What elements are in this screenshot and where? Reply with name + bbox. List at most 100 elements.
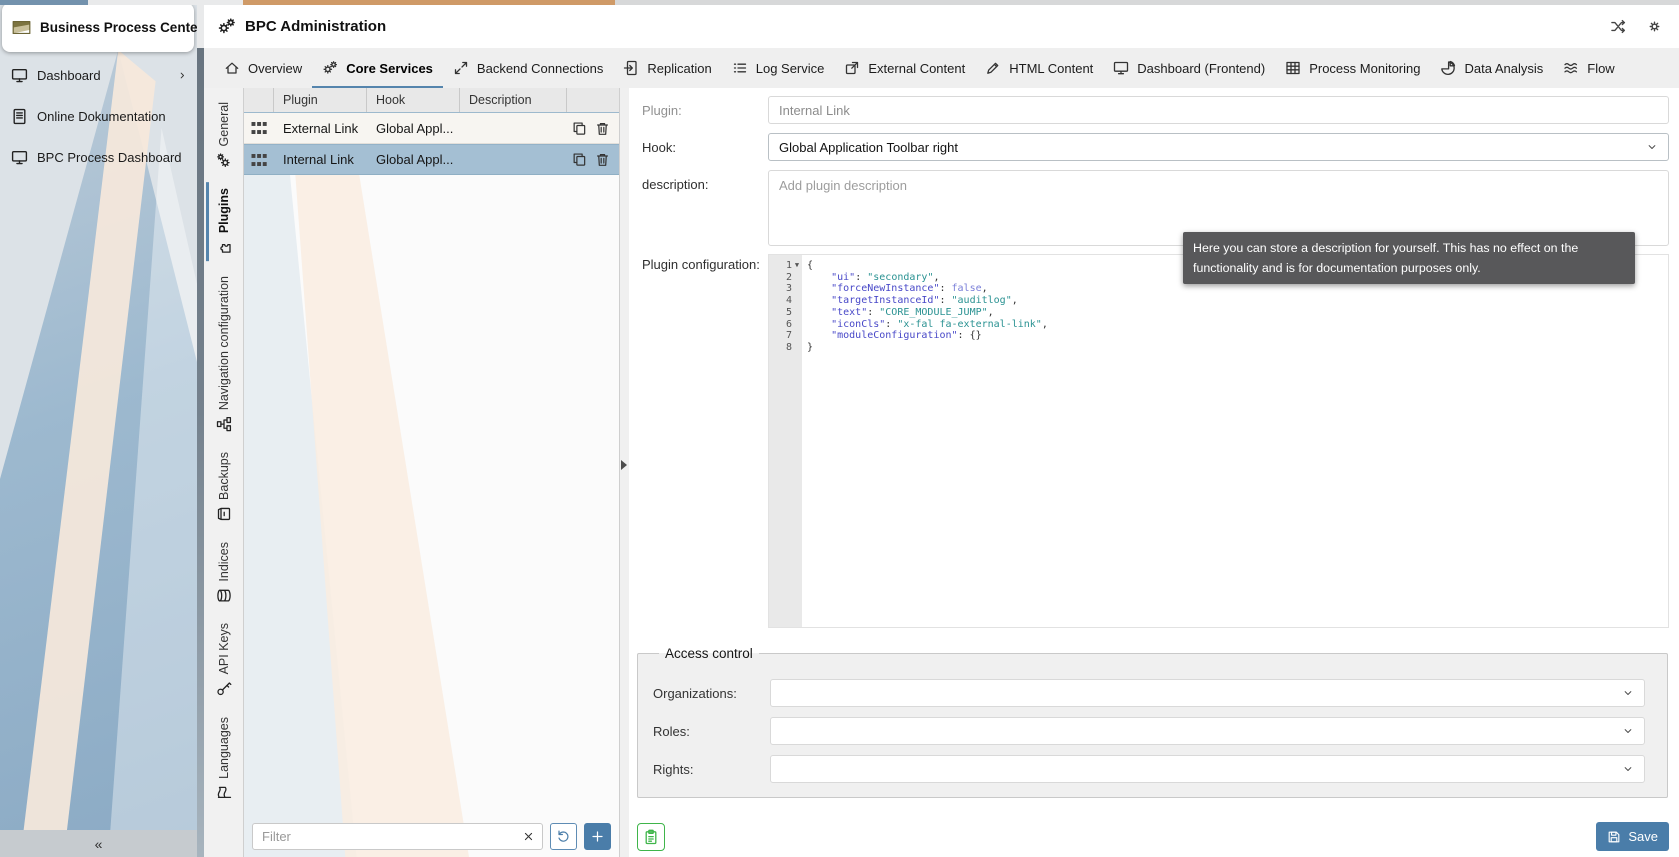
tab-backend-connections[interactable]: Backend Connections: [443, 48, 613, 88]
tab-external-content[interactable]: External Content: [834, 48, 975, 88]
tab-html-content[interactable]: HTML Content: [975, 48, 1103, 88]
bpc-admin-gears-icon: [217, 17, 236, 36]
plugin-name-input[interactable]: [768, 96, 1669, 124]
accent-segment-blue: [0, 0, 88, 5]
delete-row-icon[interactable]: [595, 152, 610, 167]
database-icon: [216, 587, 232, 603]
hook-select[interactable]: Global Application Toolbar right: [768, 133, 1669, 161]
plugin-field-row: Plugin:: [637, 96, 1669, 124]
column-header-plugin[interactable]: Plugin: [274, 88, 367, 112]
clipboard-button[interactable]: [637, 823, 665, 851]
sidebar-item-online-dokumentation[interactable]: Online Dokumentation: [0, 96, 197, 137]
column-header-description[interactable]: Description: [460, 88, 567, 112]
rights-select[interactable]: [770, 755, 1645, 783]
tab-dashboard-frontend[interactable]: Dashboard (Frontend): [1103, 48, 1275, 88]
tab-label: Data Analysis: [1464, 61, 1543, 76]
vtab-indices[interactable]: Indices: [216, 538, 232, 608]
code-line: "moduleConfiguration": {}: [807, 330, 1668, 342]
tab-flow[interactable]: Flow: [1553, 48, 1624, 88]
save-floppy-icon: [1607, 830, 1621, 844]
home-icon: [224, 60, 240, 76]
plugin-label: Plugin:: [637, 96, 768, 124]
gears-icon: [322, 60, 338, 76]
fold-spacer: [792, 307, 802, 319]
table-row[interactable]: Internal LinkGlobal Appl...: [244, 144, 619, 175]
sidebar-collapse-button[interactable]: «: [0, 830, 197, 857]
tab-overview[interactable]: Overview: [214, 48, 312, 88]
settings-gear-icon[interactable]: [1646, 18, 1663, 35]
cell-plugin: Internal Link: [274, 152, 367, 167]
code-line: "text": "CORE_MODULE_JUMP",: [807, 307, 1668, 319]
sidebar-edge-strip: [197, 48, 204, 857]
editor-code-area[interactable]: { "ui": "secondary", "forceNewInstance":…: [802, 255, 1668, 627]
panel-splitter[interactable]: [620, 88, 629, 857]
vtab-plugins[interactable]: Plugins: [216, 184, 232, 259]
roles-row: Roles:: [650, 717, 1645, 745]
plugin-configuration-label: Plugin configuration:: [637, 254, 768, 628]
column-header-hook[interactable]: Hook: [367, 88, 460, 112]
chevron-right-icon: [177, 70, 188, 81]
splitter-collapse-handle[interactable]: [621, 460, 627, 470]
monitor-icon: [1113, 60, 1129, 76]
sidebar-item-label: Dashboard: [37, 68, 101, 83]
sidebar: Business Process Center Dashboard Online …: [0, 5, 197, 857]
tab-replication[interactable]: Replication: [613, 48, 721, 88]
vtab-navigation-configuration[interactable]: Navigation configuration: [216, 272, 232, 436]
cell-hook: Global Appl...: [367, 121, 460, 136]
reset-button[interactable]: [550, 823, 577, 850]
replication-icon: [623, 60, 639, 76]
table-header: PluginHookDescription: [244, 88, 619, 113]
fold-arrow-icon[interactable]: ▼: [792, 260, 802, 272]
accent-segment-orange: [243, 0, 615, 5]
puzzle-icon: [216, 240, 232, 256]
sidebar-item-dashboard[interactable]: Dashboard: [0, 55, 197, 96]
gutter-line: 1▼: [769, 260, 802, 272]
expand-arrows-icon: [453, 60, 469, 76]
pen-icon: [985, 60, 1001, 76]
content-area: General Plugins Navigation configuration Ba…: [204, 88, 1679, 857]
tab-core-services[interactable]: Core Services: [312, 48, 443, 88]
tab-data-analysis[interactable]: Data Analysis: [1430, 48, 1553, 88]
key-icon: [216, 681, 232, 697]
chevron-down-icon: [1646, 141, 1658, 153]
copy-row-icon[interactable]: [572, 152, 587, 167]
sidebar-nav: Dashboard Online Dokumentation BPC Process…: [0, 55, 197, 178]
organizations-select[interactable]: [770, 679, 1645, 707]
shuffle-icon[interactable]: [1610, 18, 1627, 35]
vertical-tab-strip: General Plugins Navigation configuration Ba…: [204, 88, 243, 857]
rights-row: Rights:: [650, 755, 1645, 783]
code-editor[interactable]: 1▼2345678 { "ui": "secondary", "forceNew…: [768, 254, 1669, 628]
delete-row-icon[interactable]: [595, 121, 610, 136]
vtab-api-keys[interactable]: API Keys: [216, 619, 232, 700]
description-tooltip: Here you can store a description for you…: [1183, 232, 1635, 284]
drag-handle-icon[interactable]: [244, 113, 274, 143]
sidebar-item-label: BPC Process Dashboard: [37, 150, 182, 165]
access-control-fieldset: Access control Organizations:Roles:Right…: [637, 646, 1668, 798]
copy-row-icon[interactable]: [572, 121, 587, 136]
vtab-languages[interactable]: Languages: [216, 713, 232, 805]
tab-bar: OverviewCore ServicesBackend Connections…: [204, 48, 1679, 88]
drag-handle-icon[interactable]: [244, 145, 274, 175]
clear-filter-icon[interactable]: [522, 830, 535, 843]
app-header: BPC Administration: [204, 5, 1679, 48]
tab-process-monitoring[interactable]: Process Monitoring: [1275, 48, 1430, 88]
chevron-down-icon: [1622, 725, 1634, 737]
vtab-general[interactable]: General: [216, 98, 232, 172]
gutter-line: 4: [769, 295, 802, 307]
vtab-backups[interactable]: Backups: [216, 448, 232, 526]
flag-icon: [216, 785, 232, 801]
code-line: }: [807, 342, 1668, 354]
hook-label: Hook:: [637, 133, 768, 161]
tab-log-service[interactable]: Log Service: [722, 48, 835, 88]
archive-box-icon: [216, 506, 232, 522]
tab-label: Process Monitoring: [1309, 61, 1420, 76]
add-plugin-button[interactable]: [584, 823, 611, 850]
save-button[interactable]: Save: [1596, 822, 1669, 851]
roles-select[interactable]: [770, 717, 1645, 745]
description-label: description:: [637, 170, 768, 246]
app-logo-card[interactable]: Business Process Center: [2, 5, 194, 52]
plugin-configuration-row: Plugin configuration: 1▼2345678 { "ui": …: [637, 254, 1669, 628]
table-row[interactable]: External LinkGlobal Appl...: [244, 113, 619, 144]
sidebar-item-bpc-process-dashboard[interactable]: BPC Process Dashboard: [0, 137, 197, 178]
filter-input[interactable]: [252, 823, 543, 850]
